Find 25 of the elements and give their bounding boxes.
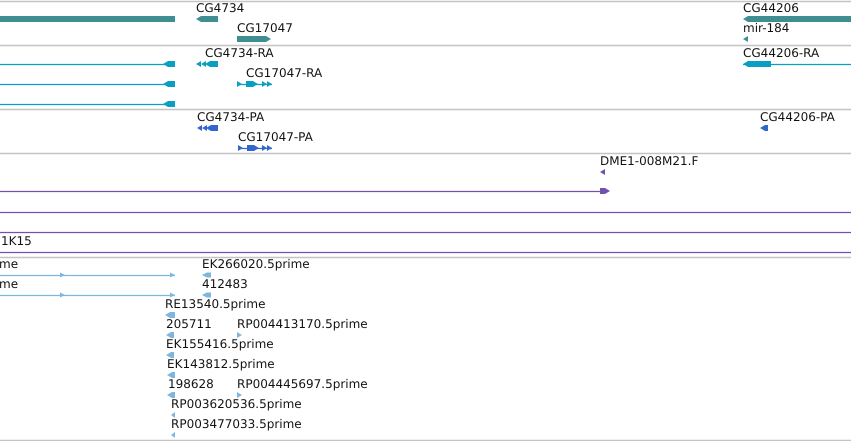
feature-label: 1K15 bbox=[1, 234, 32, 248]
feature-label: RE13540.5prime bbox=[165, 297, 266, 311]
feature-label: 412483 bbox=[202, 277, 248, 291]
feature-label: CG17047 bbox=[237, 21, 293, 35]
feature-label: EK143812.5prime bbox=[167, 357, 275, 371]
feature-label: 205711 bbox=[166, 317, 212, 331]
feature-label: CG4734 bbox=[196, 1, 244, 15]
feature-label: CG44206 bbox=[743, 1, 799, 15]
feature-label: CG44206-RA bbox=[743, 46, 820, 60]
feature-label: me bbox=[0, 257, 18, 271]
feature-label: RP003620536.5prime bbox=[171, 397, 302, 411]
feature-label: RP004445697.5prime bbox=[237, 377, 368, 391]
feature-label: me bbox=[0, 277, 18, 291]
feature-label: DME1-008M21.F bbox=[600, 154, 698, 168]
feature-label: RP004413170.5prime bbox=[237, 317, 368, 331]
feature-label: CG4734-PA bbox=[197, 110, 264, 124]
feature-label: EK266020.5prime bbox=[202, 257, 310, 271]
feature-label: CG17047-RA bbox=[246, 66, 322, 80]
feature-label: CG17047-PA bbox=[238, 130, 313, 144]
feature-label: CG44206-PA bbox=[760, 110, 835, 124]
feature-label: mir-184 bbox=[743, 21, 790, 35]
feature-label: 198628 bbox=[168, 377, 214, 391]
feature-label: RP003477033.5prime bbox=[171, 417, 302, 431]
feature-label: EK155416.5prime bbox=[166, 337, 274, 351]
feature-label: CG4734-RA bbox=[205, 46, 274, 60]
